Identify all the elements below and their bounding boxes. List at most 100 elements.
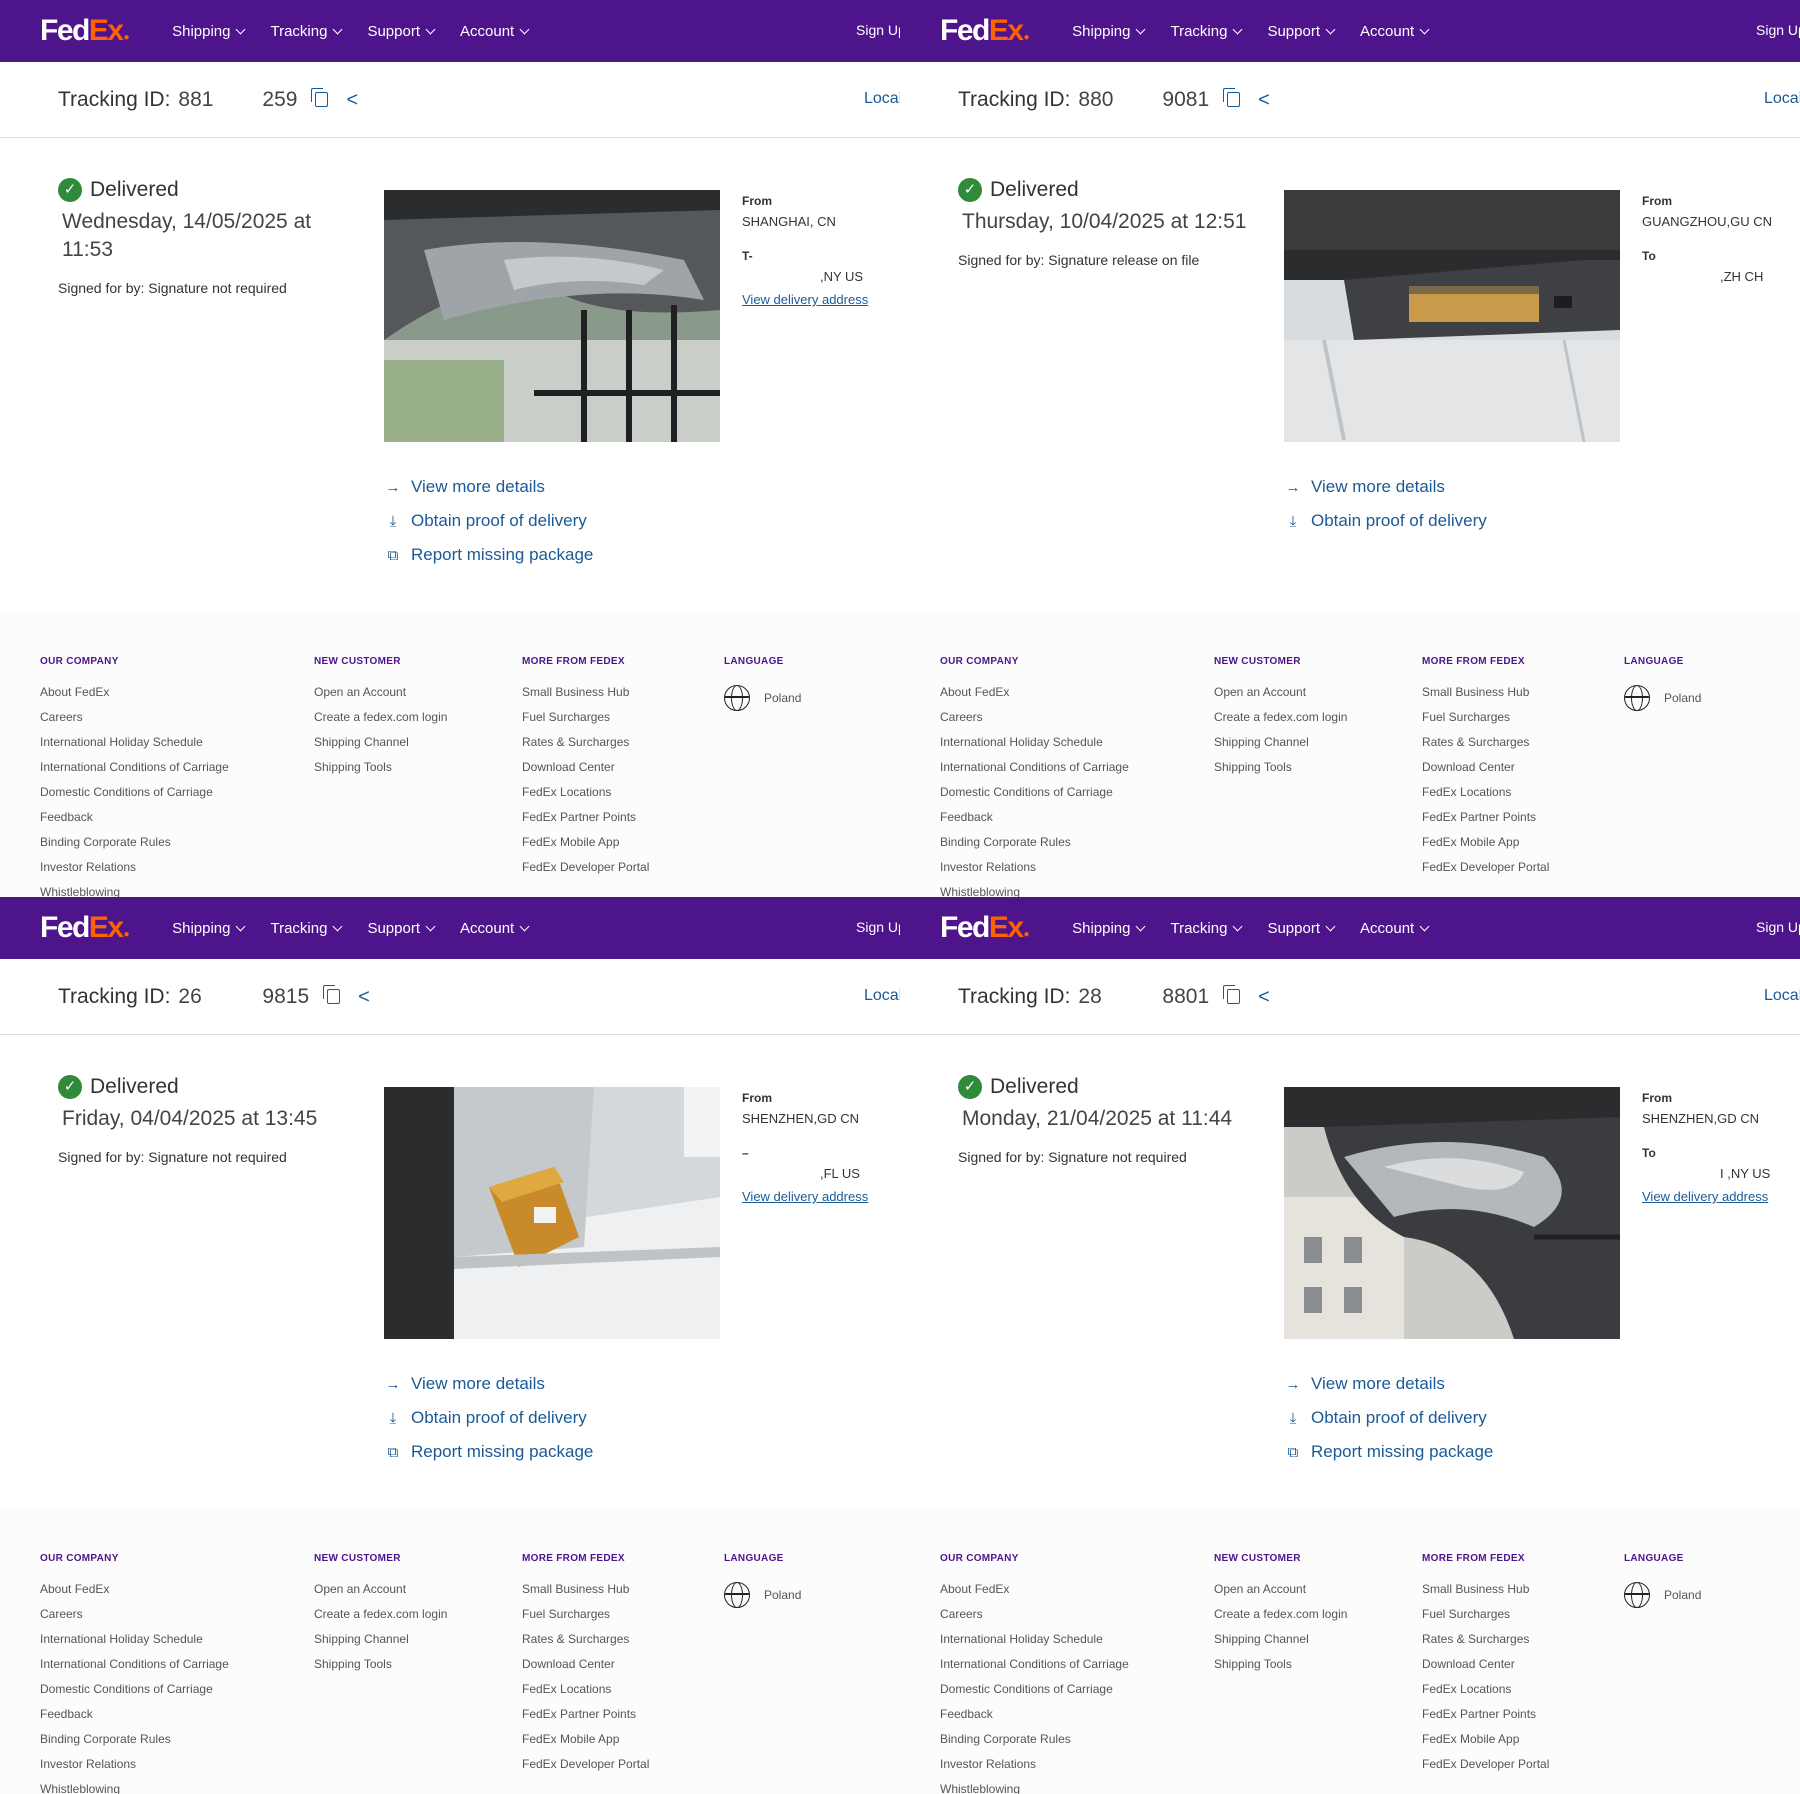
footer-link[interactable]: Shipping Channel bbox=[1214, 1632, 1347, 1657]
nav-shipping[interactable]: Shipping bbox=[1072, 920, 1146, 937]
footer-link[interactable]: Feedback bbox=[940, 810, 1129, 835]
footer-link[interactable]: FedEx Locations bbox=[1422, 1682, 1549, 1707]
footer-link[interactable]: FedEx Locations bbox=[1422, 785, 1549, 810]
sign-up-link[interactable]: Sign Up/L bbox=[856, 919, 900, 935]
footer-link[interactable]: FedEx Developer Portal bbox=[1422, 1757, 1549, 1782]
footer-link[interactable]: Feedback bbox=[940, 1707, 1129, 1732]
footer-link[interactable]: Careers bbox=[40, 1607, 229, 1632]
view-more-details-link[interactable]: → View more details bbox=[384, 470, 593, 504]
sign-up-link[interactable]: Sign Up/L bbox=[1756, 22, 1800, 38]
footer-link[interactable]: About FedEx bbox=[40, 685, 229, 710]
nav-account[interactable]: Account bbox=[460, 920, 530, 937]
proof-of-delivery-link[interactable]: ⤓ Obtain proof of delivery bbox=[1284, 1401, 1493, 1435]
share-icon[interactable]: < bbox=[1258, 90, 1270, 110]
share-icon[interactable]: < bbox=[358, 987, 370, 1007]
view-delivery-address-link[interactable]: View delivery address bbox=[742, 292, 900, 307]
proof-of-delivery-link[interactable]: ⤓ Obtain proof of delivery bbox=[384, 1401, 593, 1435]
fedex-logo[interactable]: Fed Ex ● bbox=[40, 911, 129, 945]
footer-link[interactable]: FedEx Partner Points bbox=[1422, 810, 1549, 835]
view-delivery-address-link[interactable]: View delivery address bbox=[742, 1189, 900, 1204]
sign-up-link[interactable]: Sign Up/L bbox=[1756, 919, 1800, 935]
nav-account[interactable]: Account bbox=[1360, 23, 1430, 40]
footer-link[interactable]: Shipping Channel bbox=[314, 1632, 447, 1657]
footer-link[interactable]: About FedEx bbox=[940, 1582, 1129, 1607]
footer-link[interactable]: FedEx Mobile App bbox=[1422, 835, 1549, 860]
footer-link[interactable]: Create a fedex.com login bbox=[314, 710, 447, 735]
footer-link[interactable]: FedEx Partner Points bbox=[1422, 1707, 1549, 1732]
footer-link[interactable]: Shipping Tools bbox=[314, 1657, 447, 1682]
share-icon[interactable]: < bbox=[1258, 987, 1270, 1007]
footer-link[interactable]: Rates & Surcharges bbox=[1422, 735, 1549, 760]
footer-link[interactable]: Shipping Channel bbox=[314, 735, 447, 760]
footer-link[interactable]: Rates & Surcharges bbox=[522, 735, 649, 760]
footer-link[interactable]: Open an Account bbox=[314, 685, 447, 710]
footer-link[interactable]: Rates & Surcharges bbox=[522, 1632, 649, 1657]
footer-link[interactable]: FedEx Locations bbox=[522, 785, 649, 810]
footer-link[interactable]: FedEx Mobile App bbox=[522, 1732, 649, 1757]
footer-link[interactable]: Careers bbox=[940, 1607, 1129, 1632]
footer-link[interactable]: Binding Corporate Rules bbox=[40, 835, 229, 860]
footer-link[interactable]: FedEx Developer Portal bbox=[522, 860, 649, 885]
footer-link[interactable]: Create a fedex.com login bbox=[1214, 1607, 1347, 1632]
footer-link[interactable]: Binding Corporate Rules bbox=[940, 835, 1129, 860]
language-selector[interactable]: Poland bbox=[1624, 1582, 1701, 1608]
local-link[interactable]: Local bbox=[864, 90, 900, 108]
footer-link[interactable]: FedEx Developer Portal bbox=[1422, 860, 1549, 885]
footer-link[interactable]: Domestic Conditions of Carriage bbox=[940, 785, 1129, 810]
footer-link[interactable]: FedEx Partner Points bbox=[522, 810, 649, 835]
share-icon[interactable]: < bbox=[346, 90, 358, 110]
footer-link[interactable]: Shipping Channel bbox=[1214, 735, 1347, 760]
nav-account[interactable]: Account bbox=[460, 23, 530, 40]
footer-link[interactable]: Small Business Hub bbox=[522, 1582, 649, 1607]
local-link[interactable]: Local bbox=[1764, 90, 1800, 108]
local-link[interactable]: Local bbox=[864, 987, 900, 1005]
local-link[interactable]: Local bbox=[1764, 987, 1800, 1005]
report-missing-package-link[interactable]: ⧉ Report missing package bbox=[1284, 1435, 1494, 1469]
language-selector[interactable]: Poland bbox=[724, 685, 801, 711]
nav-tracking[interactable]: Tracking bbox=[270, 23, 343, 40]
footer-link[interactable]: Whistleblowing bbox=[940, 885, 1129, 897]
proof-of-delivery-link[interactable]: ⤓ Obtain proof of delivery bbox=[1284, 504, 1487, 538]
footer-link[interactable]: Open an Account bbox=[1214, 1582, 1347, 1607]
footer-link[interactable]: Fuel Surcharges bbox=[522, 1607, 649, 1632]
footer-link[interactable]: Careers bbox=[940, 710, 1129, 735]
footer-link[interactable]: Shipping Tools bbox=[314, 760, 447, 785]
copy-icon[interactable] bbox=[323, 985, 341, 1004]
footer-link[interactable]: FedEx Partner Points bbox=[522, 1707, 649, 1732]
footer-link[interactable]: Shipping Tools bbox=[1214, 1657, 1347, 1682]
footer-link[interactable]: Create a fedex.com login bbox=[314, 1607, 447, 1632]
language-selector[interactable]: Poland bbox=[1624, 685, 1701, 711]
footer-link[interactable]: Fuel Surcharges bbox=[1422, 1607, 1549, 1632]
footer-link[interactable]: Domestic Conditions of Carriage bbox=[940, 1682, 1129, 1707]
footer-link[interactable]: International Conditions of Carriage bbox=[940, 1657, 1129, 1682]
footer-link[interactable]: Download Center bbox=[1422, 760, 1549, 785]
footer-link[interactable]: Rates & Surcharges bbox=[1422, 1632, 1549, 1657]
footer-link[interactable]: Shipping Tools bbox=[1214, 760, 1347, 785]
footer-link[interactable]: International Conditions of Carriage bbox=[40, 760, 229, 785]
nav-support[interactable]: Support bbox=[367, 23, 436, 40]
footer-link[interactable]: Download Center bbox=[1422, 1657, 1549, 1682]
fedex-logo[interactable]: Fed Ex ● bbox=[940, 14, 1029, 48]
footer-link[interactable]: Domestic Conditions of Carriage bbox=[40, 1682, 229, 1707]
proof-of-delivery-link[interactable]: ⤓ Obtain proof of delivery bbox=[384, 504, 593, 538]
footer-link[interactable]: FedEx Mobile App bbox=[1422, 1732, 1549, 1757]
footer-link[interactable]: Feedback bbox=[40, 810, 229, 835]
report-missing-package-link[interactable]: ⧉ Report missing package bbox=[384, 538, 594, 572]
nav-shipping[interactable]: Shipping bbox=[172, 920, 246, 937]
view-more-details-link[interactable]: → View more details bbox=[1284, 1367, 1493, 1401]
sign-up-link[interactable]: Sign Up/L bbox=[856, 22, 900, 38]
footer-link[interactable]: FedEx Mobile App bbox=[522, 835, 649, 860]
footer-link[interactable]: Whistleblowing bbox=[40, 885, 229, 897]
copy-icon[interactable] bbox=[1223, 985, 1241, 1004]
footer-link[interactable]: Investor Relations bbox=[940, 1757, 1129, 1782]
footer-link[interactable]: Create a fedex.com login bbox=[1214, 710, 1347, 735]
footer-link[interactable]: Whistleblowing bbox=[40, 1782, 229, 1794]
footer-link[interactable]: Open an Account bbox=[1214, 685, 1347, 710]
nav-shipping[interactable]: Shipping bbox=[172, 23, 246, 40]
footer-link[interactable]: Domestic Conditions of Carriage bbox=[40, 785, 229, 810]
view-more-details-link[interactable]: → View more details bbox=[1284, 470, 1487, 504]
footer-link[interactable]: Small Business Hub bbox=[1422, 1582, 1549, 1607]
fedex-logo[interactable]: Fed Ex ● bbox=[940, 911, 1029, 945]
footer-link[interactable]: Feedback bbox=[40, 1707, 229, 1732]
footer-link[interactable]: About FedEx bbox=[940, 685, 1129, 710]
